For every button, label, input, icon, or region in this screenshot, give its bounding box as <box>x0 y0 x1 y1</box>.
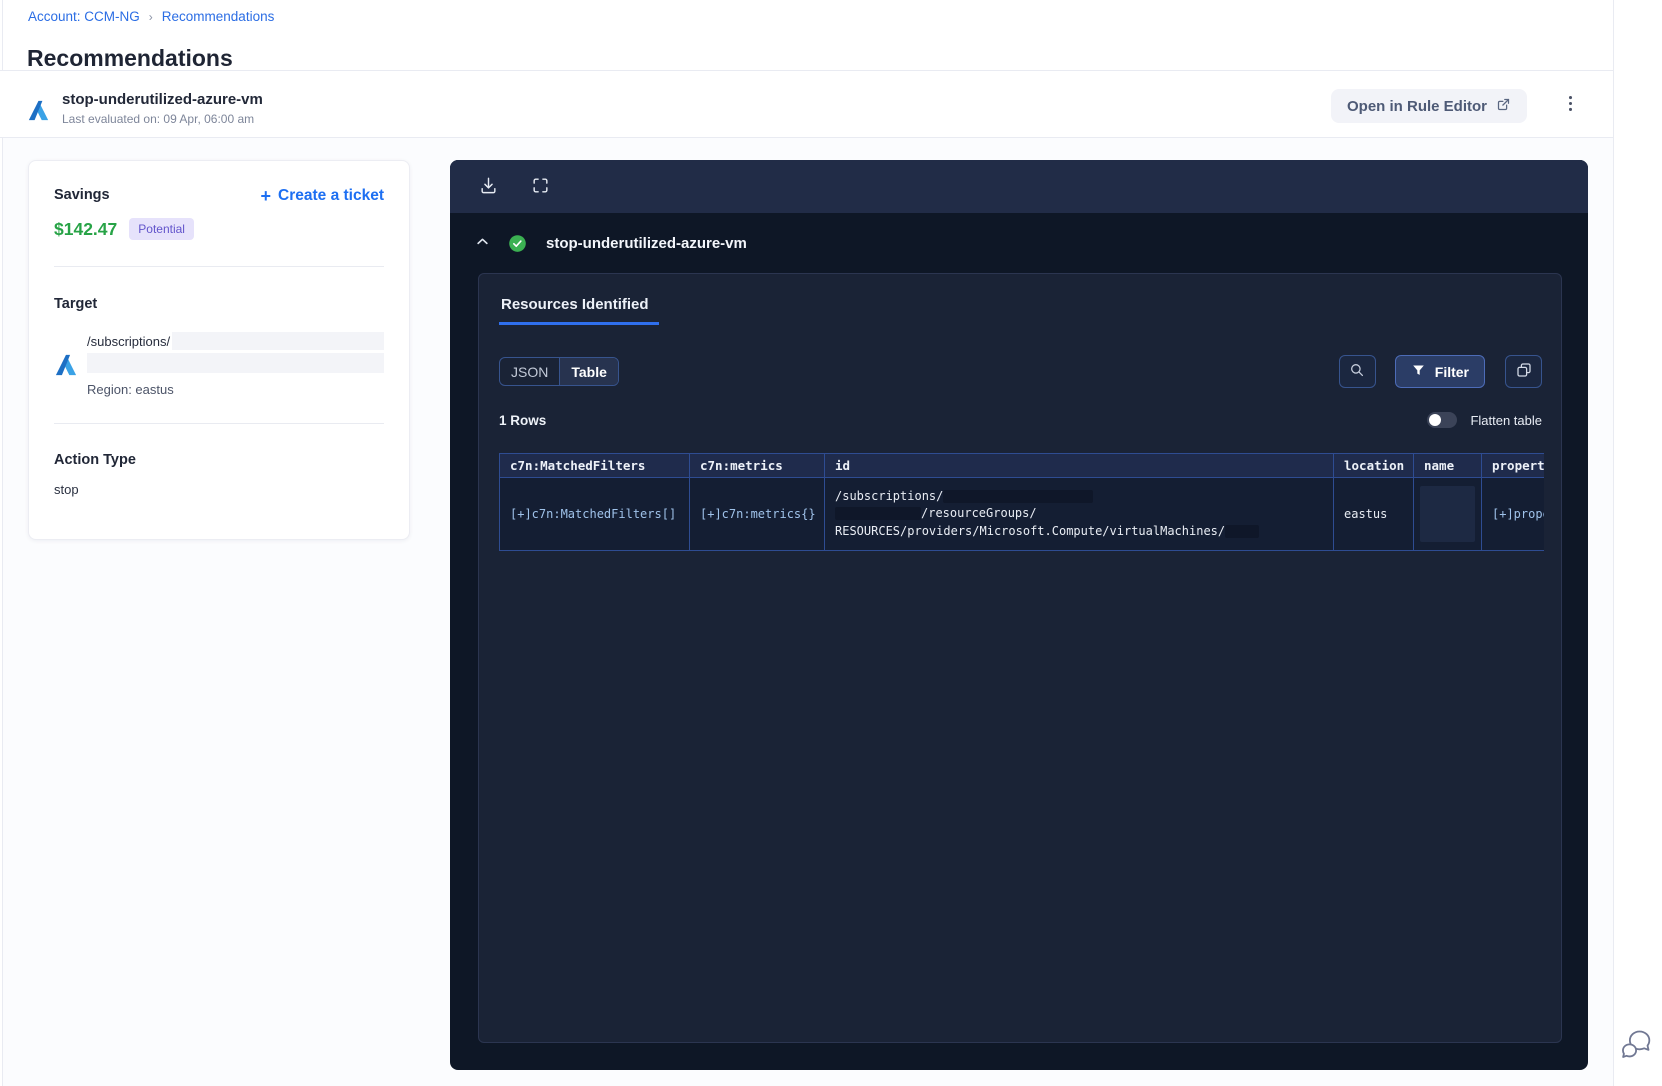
support-chat-button[interactable] <box>1618 1026 1654 1064</box>
redacted-guid <box>943 489 1094 503</box>
page-title: Recommendations <box>27 45 233 72</box>
target-label: Target <box>54 296 98 312</box>
cell-metrics-expander[interactable]: [+]c7n:metrics{} <box>689 477 825 551</box>
cell-resource-id: /subscriptions/ /resourceGroups/ RESOURC… <box>824 477 1334 551</box>
create-ticket-button[interactable]: + Create a ticket <box>261 187 385 205</box>
rule-header: stop-underutilized-azure-vm Last evaluat… <box>0 71 1613 138</box>
success-check-icon <box>508 234 527 253</box>
resources-table: c7n:MatchedFilters c7n:metrics id locati… <box>499 453 1544 551</box>
savings-amount: $142.47 <box>54 218 118 239</box>
azure-icon <box>27 99 50 122</box>
download-icon <box>479 176 498 198</box>
id-line-3: RESOURCES/providers/Microsoft.Compute/vi… <box>835 523 1226 538</box>
recommendations-page: Account: CCM-NG › Recommendations Recomm… <box>0 0 1662 1086</box>
cell-matched-filters-expander[interactable]: [+]c7n:MatchedFilters[] <box>499 477 690 551</box>
copy-button[interactable] <box>1505 355 1542 388</box>
flatten-table-label: Flatten table <box>1470 412 1542 428</box>
copy-icon <box>1515 361 1533 382</box>
rule-output-panel: stop-underutilized-azure-vm Resources Id… <box>450 160 1588 1070</box>
more-options-button[interactable] <box>1556 89 1584 121</box>
table-meta-row: 1 Rows Flatten table <box>499 410 1542 430</box>
id-line-1: /subscriptions/ <box>835 488 944 503</box>
target-region: Region: eastus <box>87 382 174 397</box>
column-header-properties: properties <box>1481 453 1544 478</box>
table-header-row: c7n:MatchedFilters c7n:metrics id locati… <box>499 453 1544 478</box>
breadcrumb-account-link[interactable]: Account: CCM-NG <box>28 9 140 24</box>
savings-potential-badge: Potential <box>129 218 194 240</box>
plus-icon: + <box>260 186 272 206</box>
resources-table-wrapper: c7n:MatchedFilters c7n:metrics id locati… <box>499 453 1544 551</box>
column-header-matched-filters: c7n:MatchedFilters <box>499 453 690 478</box>
table-row: [+]c7n:MatchedFilters[] [+]c7n:metrics{}… <box>499 477 1544 551</box>
search-icon <box>1348 361 1366 382</box>
toggle-knob <box>1429 414 1442 426</box>
chevron-up-icon <box>475 234 490 252</box>
rule-last-evaluated: Last evaluated on: 09 Apr, 06:00 am <box>62 112 255 126</box>
breadcrumb-current-link[interactable]: Recommendations <box>162 9 275 24</box>
rule-name: stop-underutilized-azure-vm <box>62 91 263 108</box>
id-line-2: /resourceGroups/ <box>921 506 1037 521</box>
create-ticket-label: Create a ticket <box>278 187 384 204</box>
rows-count: 1 Rows <box>499 412 547 428</box>
view-toggle: JSON Table <box>499 357 619 386</box>
external-link-icon <box>1496 97 1511 116</box>
card-divider <box>54 266 384 267</box>
flatten-table-toggle[interactable] <box>1427 412 1458 428</box>
filter-button[interactable]: Filter <box>1394 355 1485 388</box>
download-button[interactable] <box>478 177 498 197</box>
redacted-vm-name <box>1225 524 1260 538</box>
redacted-guid <box>835 507 921 521</box>
action-type-label: Action Type <box>54 452 136 468</box>
fullscreen-button[interactable] <box>530 177 550 197</box>
filter-label: Filter <box>1434 363 1469 380</box>
view-toggle-table[interactable]: Table <box>560 358 618 385</box>
panel-rule-title: stop-underutilized-azure-vm <box>546 234 747 252</box>
redacted-name <box>1420 486 1475 542</box>
kebab-icon <box>1561 94 1580 116</box>
cell-location: eastus <box>1333 477 1414 551</box>
panel-toolbar <box>450 160 1588 213</box>
collapse-section-button[interactable] <box>475 235 491 251</box>
resources-identified-card: Resources Identified JSON Table Filter 1… <box>478 273 1562 1043</box>
column-header-name: name <box>1413 453 1482 478</box>
page-right-divider <box>1613 0 1614 1086</box>
cell-name <box>1413 477 1482 551</box>
view-toggle-json[interactable]: JSON <box>500 358 561 385</box>
recommendation-details-card: Savings + Create a ticket $142.47 Potent… <box>28 160 410 540</box>
fullscreen-icon <box>531 176 550 198</box>
tab-resources-identified[interactable]: Resources Identified <box>499 290 659 325</box>
rule-result-header: stop-underutilized-azure-vm <box>450 213 1588 273</box>
card-divider <box>54 423 384 424</box>
column-header-id: id <box>824 453 1334 478</box>
cell-properties-expander[interactable]: [+]properties{} <box>1481 477 1544 551</box>
redacted-resource-path <box>87 353 384 373</box>
breadcrumb: Account: CCM-NG › Recommendations <box>28 9 274 24</box>
target-path: /subscriptions/ <box>87 333 171 349</box>
redacted-subscription-id <box>172 332 384 350</box>
column-header-location: location <box>1333 453 1414 478</box>
table-controls: JSON Table Filter <box>499 355 1542 388</box>
filter-icon <box>1411 363 1426 381</box>
page-left-divider <box>2 0 3 1086</box>
open-in-rule-editor-label: Open in Rule Editor <box>1347 97 1488 115</box>
action-type-value: stop <box>54 482 79 497</box>
breadcrumb-separator-icon: › <box>148 9 153 24</box>
open-in-rule-editor-button[interactable]: Open in Rule Editor <box>1331 89 1528 123</box>
column-header-metrics: c7n:metrics <box>689 453 825 478</box>
chat-icon <box>1618 1030 1654 1067</box>
search-button[interactable] <box>1338 355 1376 388</box>
savings-label: Savings <box>54 187 110 203</box>
azure-icon <box>54 353 78 377</box>
